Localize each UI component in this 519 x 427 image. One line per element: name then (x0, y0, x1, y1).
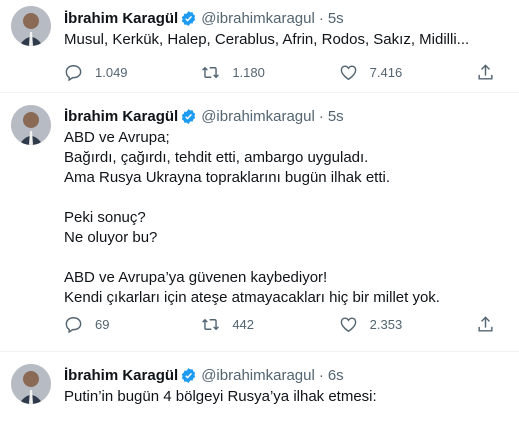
author-handle[interactable]: @ibrahimkaragul (201, 10, 315, 27)
tweet-actions: 1.049 1.180 7.416 (64, 63, 495, 82)
tweet-header: İbrahim Karagül @ibrahimkaragul · 5s (64, 8, 509, 28)
author-name[interactable]: İbrahim Karagül (64, 10, 178, 27)
like-icon (339, 63, 358, 82)
verified-badge-icon (180, 10, 197, 27)
like-count: 2.353 (369, 317, 403, 332)
share-button[interactable] (476, 63, 495, 82)
avatar[interactable] (11, 105, 51, 145)
retweet-count: 1.180 (232, 65, 265, 80)
avatar[interactable] (11, 6, 51, 46)
share-icon (476, 315, 495, 334)
author-handle[interactable]: @ibrahimkaragul (201, 108, 315, 125)
tweet[interactable]: İbrahim Karagül @ibrahimkaragul · 5s ABD… (0, 93, 519, 352)
reply-button[interactable]: 1.049 (64, 63, 154, 82)
verified-badge-icon (180, 367, 197, 384)
retweet-icon (201, 315, 220, 334)
tweet-text: Putin’in bugün 4 bölgeyi Rusya’ya ilhak … (64, 388, 377, 405)
avatar[interactable] (11, 364, 51, 404)
share-icon (476, 63, 495, 82)
separator-dot: · (318, 107, 324, 125)
reply-button[interactable]: 69 (64, 315, 154, 334)
tweet-text: ABD ve Avrupa; Bağırdı, çağırdı, tehdit … (64, 129, 440, 306)
timestamp[interactable]: 5s (328, 108, 344, 125)
author-name[interactable]: İbrahim Karagül (64, 367, 178, 384)
tweet-text: Musul, Kerkük, Halep, Cerablus, Afrin, R… (64, 31, 470, 48)
tweet-actions: 69 442 2.353 (64, 315, 495, 334)
retweet-button[interactable]: 442 (201, 315, 291, 334)
reply-count: 69 (95, 317, 110, 332)
tweet[interactable]: İbrahim Karagül @ibrahimkaragul · 6s Put… (0, 352, 519, 427)
retweet-button[interactable]: 1.180 (201, 63, 291, 82)
share-button[interactable] (476, 315, 495, 334)
separator-dot: · (318, 366, 324, 384)
reply-icon (64, 63, 83, 82)
author-handle[interactable]: @ibrahimkaragul (201, 367, 315, 384)
reply-count: 1.049 (95, 65, 128, 80)
reply-icon (64, 315, 83, 334)
like-icon (339, 315, 358, 334)
like-button[interactable]: 2.353 (339, 315, 429, 334)
retweet-icon (201, 63, 220, 82)
tweet-header: İbrahim Karagül @ibrahimkaragul · 6s (64, 365, 509, 385)
separator-dot: · (318, 9, 324, 27)
like-count: 7.416 (369, 65, 403, 80)
tweet-header: İbrahim Karagül @ibrahimkaragul · 5s (64, 106, 509, 126)
tweet[interactable]: İbrahim Karagül @ibrahimkaragul · 5s Mus… (0, 0, 519, 93)
timestamp[interactable]: 6s (328, 367, 344, 384)
like-button[interactable]: 7.416 (339, 63, 429, 82)
author-name[interactable]: İbrahim Karagül (64, 108, 178, 125)
verified-badge-icon (180, 108, 197, 125)
timestamp[interactable]: 5s (328, 10, 344, 27)
retweet-count: 442 (232, 317, 255, 332)
